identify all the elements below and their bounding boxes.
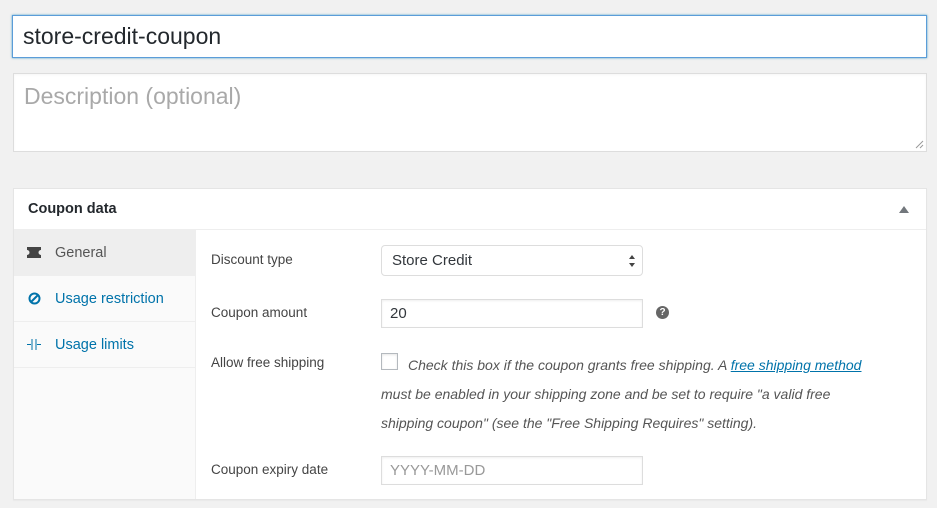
coupon-tabs: General Usage restriction Usage limits <box>14 230 196 499</box>
coupon-title-input[interactable]: store-credit-coupon <box>12 15 927 58</box>
help-icon[interactable]: ? <box>656 306 669 319</box>
panel-header[interactable]: Coupon data <box>14 189 926 230</box>
free-shipping-description: Check this box if the coupon grants free… <box>381 351 881 438</box>
expiry-date-input[interactable]: YYYY-MM-DD <box>381 456 643 485</box>
tab-usage-limits[interactable]: Usage limits <box>14 322 195 368</box>
restriction-icon <box>26 291 42 307</box>
general-fields: Discount type Store Credit Coupon amount… <box>196 230 926 499</box>
panel-title: Coupon data <box>28 201 117 217</box>
resize-handle-icon[interactable] <box>915 140 924 149</box>
tab-label: Usage restriction <box>55 290 164 307</box>
limits-icon <box>26 337 42 353</box>
coupon-data-panel: Coupon data General Usage restriction Us… <box>13 188 927 500</box>
collapse-arrow-icon[interactable] <box>899 206 909 213</box>
description-text: must be enabled in your shipping zone an… <box>381 386 831 431</box>
discount-type-value: Store Credit <box>392 252 473 269</box>
tab-label: General <box>55 244 107 261</box>
tab-usage-restriction[interactable]: Usage restriction <box>14 276 195 322</box>
description-placeholder: Description (optional) <box>24 83 242 109</box>
tab-general[interactable]: General <box>14 230 195 276</box>
ticket-icon <box>26 245 42 261</box>
expiry-date-label: Coupon expiry date <box>211 462 329 477</box>
description-text: Check this box if the coupon grants free… <box>408 357 731 373</box>
tab-label: Usage limits <box>55 336 134 353</box>
free-shipping-label: Allow free shipping <box>211 355 325 370</box>
description-textarea[interactable]: Description (optional) <box>13 73 927 152</box>
free-shipping-method-link[interactable]: free shipping method <box>731 357 862 373</box>
coupon-amount-input[interactable]: 20 <box>381 299 643 328</box>
coupon-amount-label: Coupon amount <box>211 305 308 320</box>
discount-type-label: Discount type <box>211 252 293 267</box>
discount-type-select[interactable]: Store Credit <box>381 245 643 276</box>
select-arrows-icon <box>629 255 635 267</box>
